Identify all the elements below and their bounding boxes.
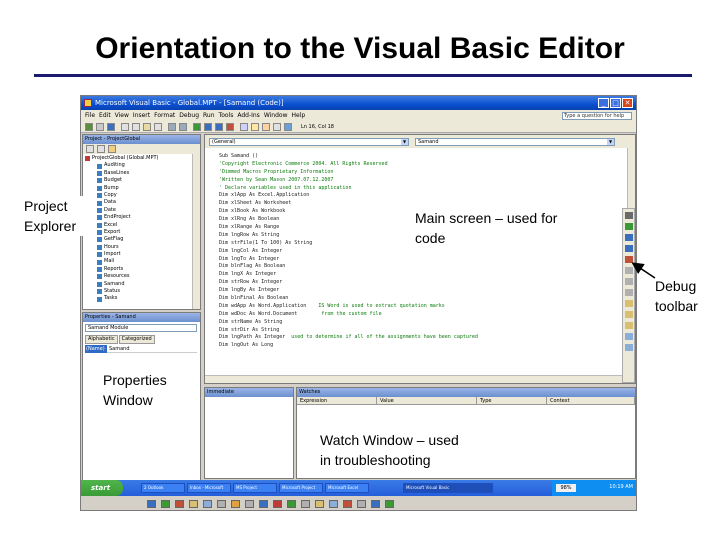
callout-arrow-layer [631, 262, 656, 279]
debug-toolbar-arrow [631, 262, 656, 279]
